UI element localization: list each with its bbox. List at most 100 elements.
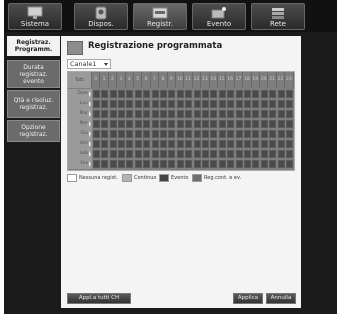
schedule-cell[interactable] <box>134 150 142 158</box>
schedule-cell[interactable] <box>109 110 117 118</box>
tab-evento[interactable]: Evento <box>192 3 246 30</box>
schedule-cell[interactable] <box>92 130 100 138</box>
hour-header[interactable]: 11 <box>184 72 193 88</box>
hour-header[interactable]: 9 <box>168 72 176 88</box>
schedule-cell[interactable] <box>269 150 277 158</box>
schedule-cell[interactable] <box>269 160 277 168</box>
schedule-cell[interactable] <box>201 130 209 138</box>
schedule-cell[interactable] <box>201 150 209 158</box>
schedule-cell[interactable] <box>109 150 117 158</box>
schedule-cell[interactable] <box>243 160 251 168</box>
hour-header[interactable]: 6 <box>142 72 151 88</box>
hour-header[interactable]: 19 <box>252 72 260 88</box>
hour-header[interactable]: 8 <box>159 72 168 88</box>
schedule-cell[interactable] <box>168 150 176 158</box>
schedule-cell[interactable] <box>151 140 159 148</box>
schedule-cell[interactable] <box>159 120 167 128</box>
select-all-button[interactable]: Tutti <box>68 72 92 88</box>
schedule-cell[interactable] <box>277 90 285 98</box>
schedule-cell[interactable] <box>151 120 159 128</box>
schedule-cell[interactable] <box>269 90 277 98</box>
schedule-cell[interactable] <box>193 110 201 118</box>
schedule-cell[interactable] <box>277 120 285 128</box>
schedule-cell[interactable] <box>201 160 209 168</box>
schedule-cell[interactable] <box>168 90 176 98</box>
schedule-cell[interactable] <box>151 160 159 168</box>
schedule-cell[interactable] <box>235 100 243 108</box>
hour-header[interactable]: 13 <box>201 72 210 88</box>
schedule-cell[interactable] <box>168 100 176 108</box>
schedule-cell[interactable] <box>243 150 251 158</box>
schedule-cell[interactable] <box>168 130 176 138</box>
schedule-cell[interactable] <box>210 110 218 118</box>
schedule-cell[interactable] <box>235 110 243 118</box>
hour-header[interactable]: 4 <box>126 72 134 88</box>
schedule-cell[interactable] <box>260 130 268 138</box>
schedule-cell[interactable] <box>252 160 260 168</box>
schedule-cell[interactable] <box>285 100 293 108</box>
schedule-cell[interactable] <box>92 100 100 108</box>
schedule-cell[interactable] <box>235 120 243 128</box>
schedule-cell[interactable] <box>109 120 117 128</box>
schedule-cell[interactable] <box>269 100 277 108</box>
menu-item-durata-registraz[interactable]: Durata registraz. evento <box>7 60 60 88</box>
schedule-cell[interactable] <box>126 160 134 168</box>
schedule-cell[interactable] <box>134 130 142 138</box>
schedule-cell[interactable] <box>134 90 142 98</box>
schedule-cell[interactable] <box>243 110 251 118</box>
schedule-cell[interactable] <box>176 100 184 108</box>
schedule-cell[interactable] <box>277 140 285 148</box>
schedule-cell[interactable] <box>218 100 226 108</box>
schedule-cell[interactable] <box>126 120 134 128</box>
schedule-cell[interactable] <box>260 120 268 128</box>
schedule-cell[interactable] <box>143 160 151 168</box>
schedule-cell[interactable] <box>260 110 268 118</box>
schedule-cell[interactable] <box>227 120 235 128</box>
schedule-cell[interactable] <box>101 140 109 148</box>
day-label[interactable]: Mer <box>68 119 92 129</box>
schedule-cell[interactable] <box>109 130 117 138</box>
day-label[interactable]: Lun <box>68 99 92 109</box>
schedule-cell[interactable] <box>176 130 184 138</box>
schedule-cell[interactable] <box>218 150 226 158</box>
schedule-cell[interactable] <box>201 110 209 118</box>
schedule-cell[interactable] <box>277 160 285 168</box>
schedule-cell[interactable] <box>252 120 260 128</box>
schedule-cell[interactable] <box>117 90 125 98</box>
schedule-cell[interactable] <box>185 140 193 148</box>
menu-item-qta-risoluz[interactable]: Qtà e risoluz. registraz. <box>7 90 60 118</box>
schedule-cell[interactable] <box>109 90 117 98</box>
schedule-cell[interactable] <box>126 90 134 98</box>
schedule-cell[interactable] <box>252 90 260 98</box>
hour-header[interactable]: 0 <box>92 72 101 88</box>
channel-select[interactable]: Canale1 <box>67 59 111 69</box>
schedule-cell[interactable] <box>243 90 251 98</box>
schedule-cell[interactable] <box>176 90 184 98</box>
schedule-cell[interactable] <box>92 140 100 148</box>
schedule-cell[interactable] <box>227 100 235 108</box>
schedule-cell[interactable] <box>218 140 226 148</box>
schedule-cell[interactable] <box>159 160 167 168</box>
hour-header[interactable]: 21 <box>268 72 277 88</box>
schedule-cell[interactable] <box>126 130 134 138</box>
schedule-cell[interactable] <box>117 120 125 128</box>
schedule-cell[interactable] <box>260 160 268 168</box>
schedule-cell[interactable] <box>227 110 235 118</box>
schedule-cell[interactable] <box>185 90 193 98</box>
schedule-cell[interactable] <box>134 100 142 108</box>
schedule-cell[interactable] <box>151 100 159 108</box>
schedule-cell[interactable] <box>260 100 268 108</box>
schedule-cell[interactable] <box>269 140 277 148</box>
schedule-cell[interactable] <box>269 130 277 138</box>
tab-rete[interactable]: Rete <box>251 3 305 30</box>
schedule-cell[interactable] <box>277 100 285 108</box>
schedule-cell[interactable] <box>210 90 218 98</box>
schedule-cell[interactable] <box>151 110 159 118</box>
schedule-cell[interactable] <box>159 140 167 148</box>
hour-header[interactable]: 7 <box>151 72 160 88</box>
schedule-cell[interactable] <box>193 90 201 98</box>
schedule-cell[interactable] <box>143 90 151 98</box>
schedule-cell[interactable] <box>117 130 125 138</box>
schedule-cell[interactable] <box>176 120 184 128</box>
schedule-cell[interactable] <box>285 140 293 148</box>
